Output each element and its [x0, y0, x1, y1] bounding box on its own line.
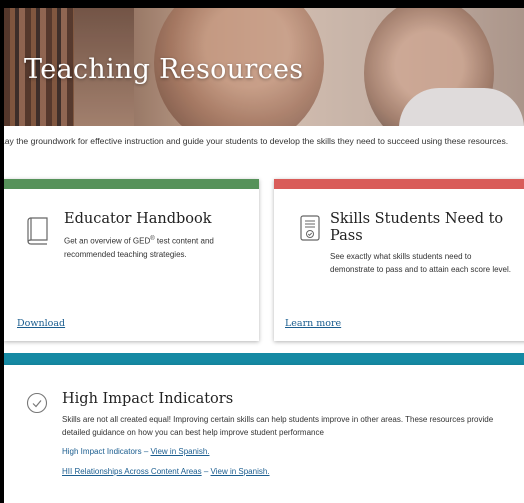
- card-description: See exactly what skills students need to…: [330, 252, 511, 274]
- resource-separator: –: [201, 467, 211, 476]
- section-accent-bar: [4, 353, 524, 365]
- checklist-icon: [299, 214, 325, 244]
- skills-students-need-card: Skills Students Need to Pass See exactly…: [274, 179, 524, 341]
- section-description: Skills are not all created equal! Improv…: [62, 415, 494, 437]
- resource-label: High Impact Indicators: [62, 447, 142, 456]
- download-link[interactable]: Download: [17, 318, 65, 329]
- view-in-spanish-link[interactable]: View in Spanish.: [151, 447, 210, 456]
- check-circle-icon: [26, 392, 48, 414]
- page-frame: Teaching Resources Lay the groundwork fo…: [4, 8, 524, 503]
- resource-line: HII Relationships Across Content Areas –…: [62, 467, 270, 476]
- card-desc-part: Get an overview of GED: [64, 236, 151, 246]
- hii-relationships-link[interactable]: HII Relationships Across Content Areas: [62, 467, 202, 476]
- page-title: Teaching Resources: [24, 54, 304, 85]
- resource-line: High Impact Indicators – View in Spanish…: [62, 447, 210, 456]
- intro-text-content: Lay the groundwork for effective instruc…: [4, 136, 509, 146]
- card-accent-bar: [4, 179, 259, 189]
- card-title: Skills Students Need to Pass: [330, 211, 504, 244]
- section-title: High Impact Indicators: [62, 391, 234, 407]
- card-title: Educator Handbook: [64, 211, 212, 227]
- view-in-spanish-link[interactable]: View in Spanish.: [211, 467, 270, 476]
- learn-more-link[interactable]: Learn more: [285, 318, 341, 329]
- card-accent-bar: [274, 179, 524, 189]
- intro-text: Lay the groundwork for effective instruc…: [4, 136, 524, 146]
- book-icon: [26, 215, 52, 245]
- hero-banner: Teaching Resources: [4, 8, 524, 126]
- high-impact-indicators-section: High Impact Indicators Skills are not al…: [4, 365, 524, 503]
- card-description: Get an overview of GED® test content and…: [64, 233, 244, 261]
- educator-handbook-card: Educator Handbook Get an overview of GED…: [4, 179, 259, 341]
- resource-separator: –: [141, 447, 151, 456]
